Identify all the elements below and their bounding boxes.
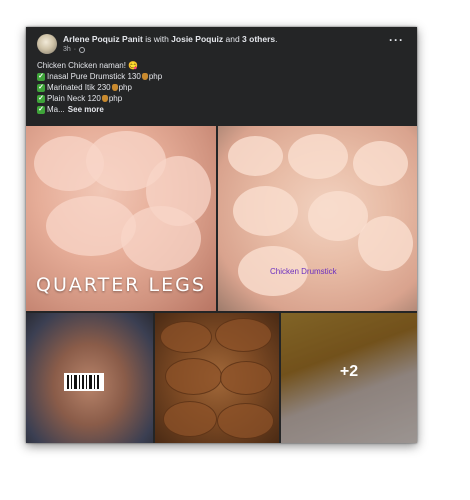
checkmark-icon: ✓ <box>37 105 45 114</box>
photo-marinated-pack[interactable] <box>26 313 153 443</box>
with-text: is with <box>142 34 172 44</box>
photo-caption: Chicken Drumstick <box>270 267 337 276</box>
dot-separator: · <box>73 46 77 53</box>
globe-icon <box>79 46 86 53</box>
more-options-icon[interactable]: ··· <box>389 33 404 47</box>
others-link[interactable]: 3 others <box>242 34 275 44</box>
photo-chicken-drumstick[interactable]: Chicken Drumstick <box>218 126 417 311</box>
photo-roasted-itik[interactable] <box>155 313 279 443</box>
roasted-piece <box>160 321 212 353</box>
post-time[interactable]: 3h <box>63 46 71 53</box>
author-name[interactable]: Arlene Poquiz Panit <box>63 34 143 44</box>
barcode-label <box>64 373 104 391</box>
period: . <box>275 34 278 44</box>
list-item: ✓ Ma... See more <box>37 104 162 115</box>
roasted-piece <box>165 358 222 395</box>
post-text-line: Chicken Chicken naman! 😋 <box>37 60 162 71</box>
post-text: Chicken Chicken naman! 😋 ✓ Inasal Pure Dr… <box>37 60 162 115</box>
drumstick <box>228 136 283 176</box>
tagged-name[interactable]: Josie Poquiz <box>171 34 223 44</box>
money-bag-icon <box>111 84 118 91</box>
money-bag-icon <box>141 73 148 80</box>
roasted-piece <box>215 318 272 352</box>
post-card: Arlene Poquiz Panit is with Josie Poquiz… <box>26 27 417 443</box>
roasted-piece <box>220 361 272 395</box>
checkmark-icon: ✓ <box>37 94 45 103</box>
drumstick <box>358 216 413 271</box>
more-photos-count: +2 <box>339 363 359 380</box>
drumstick <box>288 134 348 179</box>
post-intro: Chicken Chicken naman! 😋 <box>37 61 139 70</box>
chicken-piece <box>121 206 201 271</box>
roasted-piece <box>163 401 217 437</box>
money-bag-icon <box>101 95 108 102</box>
item-unit: php <box>118 83 132 92</box>
item-label: Plain Neck 120 <box>47 94 101 103</box>
item-unit: php <box>108 94 123 103</box>
item-unit: php <box>148 72 163 81</box>
checkmark-icon: ✓ <box>37 83 45 92</box>
photo-quarter-legs[interactable]: QUARTER LEGS <box>26 126 216 311</box>
item-label: Inasal Pure Drumstick 130 <box>47 72 141 81</box>
avatar[interactable] <box>37 34 57 54</box>
checkmark-icon: ✓ <box>37 72 45 81</box>
list-item: ✓ Inasal Pure Drumstick 130 php <box>37 71 162 82</box>
roasted-piece <box>217 403 274 439</box>
post-header: Arlene Poquiz Panit is with Josie Poquiz… <box>63 34 278 44</box>
post-meta: 3h · <box>63 46 86 53</box>
truncated-text: Ma... <box>47 105 65 114</box>
item-label: Marinated Itik 230 <box>47 83 111 92</box>
and-text: and <box>223 34 243 44</box>
photo-grid: QUARTER LEGS Chicken Drumstick +2 <box>26 126 417 443</box>
photo-more[interactable]: +2 <box>281 313 417 443</box>
drumstick <box>233 186 298 236</box>
drumstick <box>353 141 408 186</box>
photo-caption: QUARTER LEGS <box>36 274 206 296</box>
see-more-link[interactable]: See more <box>68 104 104 115</box>
list-item: ✓ Marinated Itik 230 php <box>37 82 162 93</box>
list-item: ✓ Plain Neck 120 php <box>37 93 162 104</box>
